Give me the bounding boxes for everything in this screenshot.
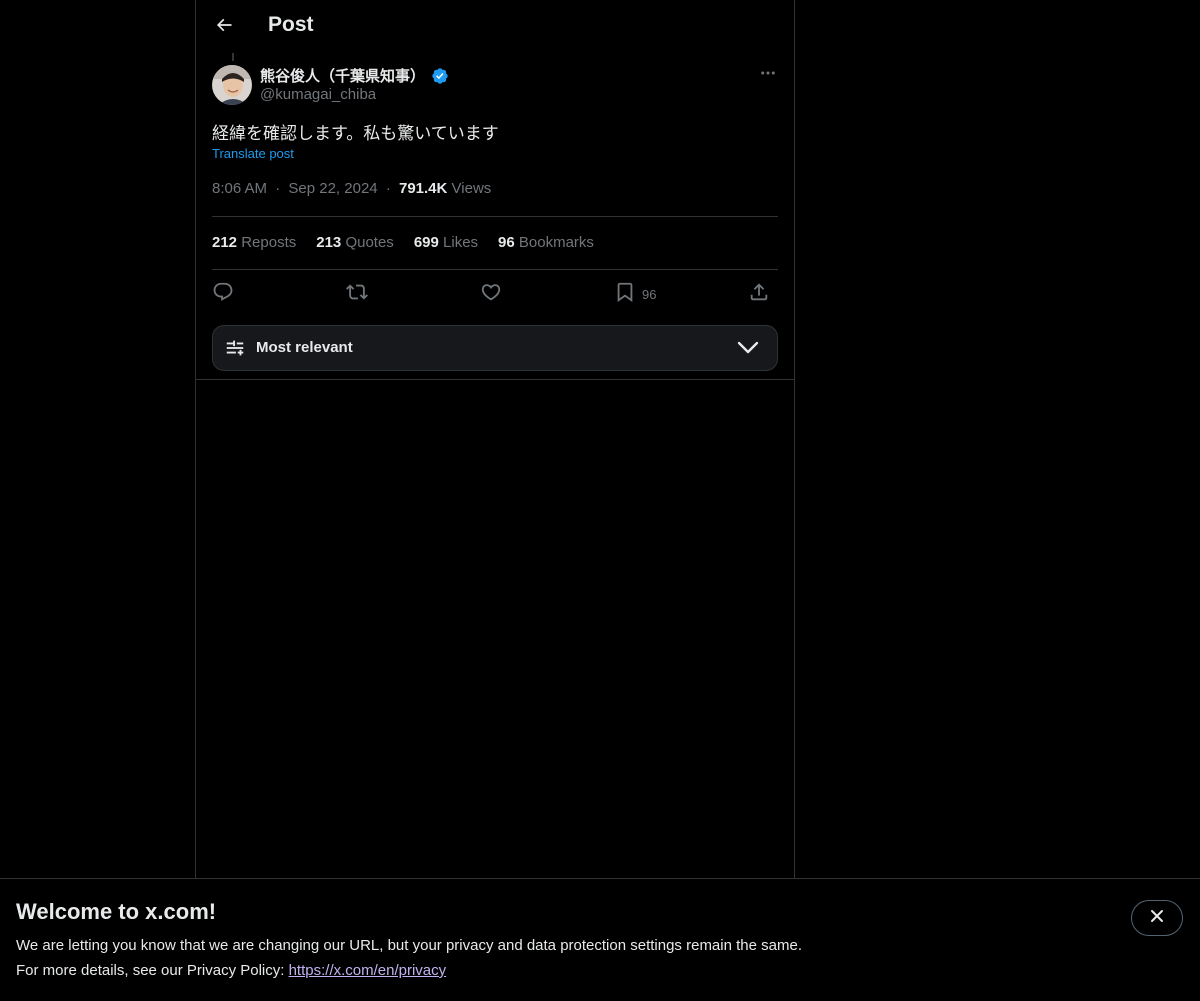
section-divider <box>196 379 794 380</box>
close-banner-button[interactable] <box>1131 900 1183 936</box>
author-handle[interactable]: @kumagai_chiba <box>260 86 376 103</box>
avatar[interactable] <box>212 65 252 105</box>
views-count: 791.4K <box>398 180 448 197</box>
banner-policy-text: For more details, see our Privacy Policy… <box>16 962 289 979</box>
bookmark-count: 96 <box>642 286 657 302</box>
translate-post-link[interactable]: Translate post <box>212 146 294 161</box>
thread-line <box>232 53 234 61</box>
bookmark-button[interactable]: 96 <box>614 281 656 305</box>
likes-stat[interactable]: 699 Likes <box>414 234 478 251</box>
post-meta: 8:06 AM · Sep 22, 2024 · 791.4K Views <box>212 180 491 197</box>
bookmark-icon <box>614 281 636 306</box>
post-date[interactable]: Sep 22, 2024 <box>288 180 377 197</box>
bookmarks-stat[interactable]: 96 Bookmarks <box>498 234 594 251</box>
more-icon <box>759 64 777 87</box>
page-title: Post <box>268 13 314 36</box>
author-name-row[interactable]: 熊谷俊人（千葉県知事） <box>260 65 449 86</box>
reposts-stat[interactable]: 212 Reposts <box>212 234 296 251</box>
share-button[interactable] <box>748 281 770 305</box>
verified-badge-icon[interactable] <box>431 67 449 85</box>
author-name[interactable]: 熊谷俊人（千葉県知事） <box>260 65 425 86</box>
meta-separator: · <box>385 180 391 197</box>
chevron-down-icon <box>737 339 759 362</box>
reply-button[interactable] <box>212 281 234 305</box>
repost-icon <box>346 281 368 306</box>
like-icon <box>480 281 502 306</box>
stats-row: 212 Reposts 213 Quotes 699 Likes 96 Book… <box>212 234 614 251</box>
divider <box>212 269 778 270</box>
close-icon <box>1149 908 1165 929</box>
quotes-stat[interactable]: 213 Quotes <box>316 234 394 251</box>
reply-icon <box>212 281 234 306</box>
sort-label: Most relevant <box>256 339 353 356</box>
post-text: 経緯を確認します。私も驚いています <box>212 124 499 144</box>
main-column: Post 熊谷俊人（千葉県知事） @kumagai_chiba 経緯を確認します… <box>195 0 795 878</box>
banner-policy-line: For more details, see our Privacy Policy… <box>16 962 446 979</box>
back-arrow-icon <box>214 15 234 40</box>
back-button[interactable] <box>208 11 240 43</box>
action-bar: 96 <box>212 281 778 307</box>
privacy-policy-link[interactable]: https://x.com/en/privacy <box>289 962 447 979</box>
divider <box>212 216 778 217</box>
banner-message: We are letting you know that we are chan… <box>16 937 802 954</box>
url-change-banner: Welcome to x.com! We are letting you kno… <box>0 878 1200 1001</box>
more-options-button[interactable] <box>754 63 782 87</box>
share-icon <box>748 281 770 306</box>
sort-replies-dropdown[interactable]: Most relevant <box>212 325 778 371</box>
top-bar: Post <box>196 0 794 53</box>
post-time[interactable]: 8:06 AM <box>212 180 267 197</box>
sort-sliders-icon <box>224 337 246 364</box>
views-label: Views <box>451 180 492 197</box>
repost-button[interactable] <box>346 281 368 305</box>
meta-separator: · <box>275 180 281 197</box>
like-button[interactable] <box>480 281 502 305</box>
banner-title: Welcome to x.com! <box>16 899 217 924</box>
